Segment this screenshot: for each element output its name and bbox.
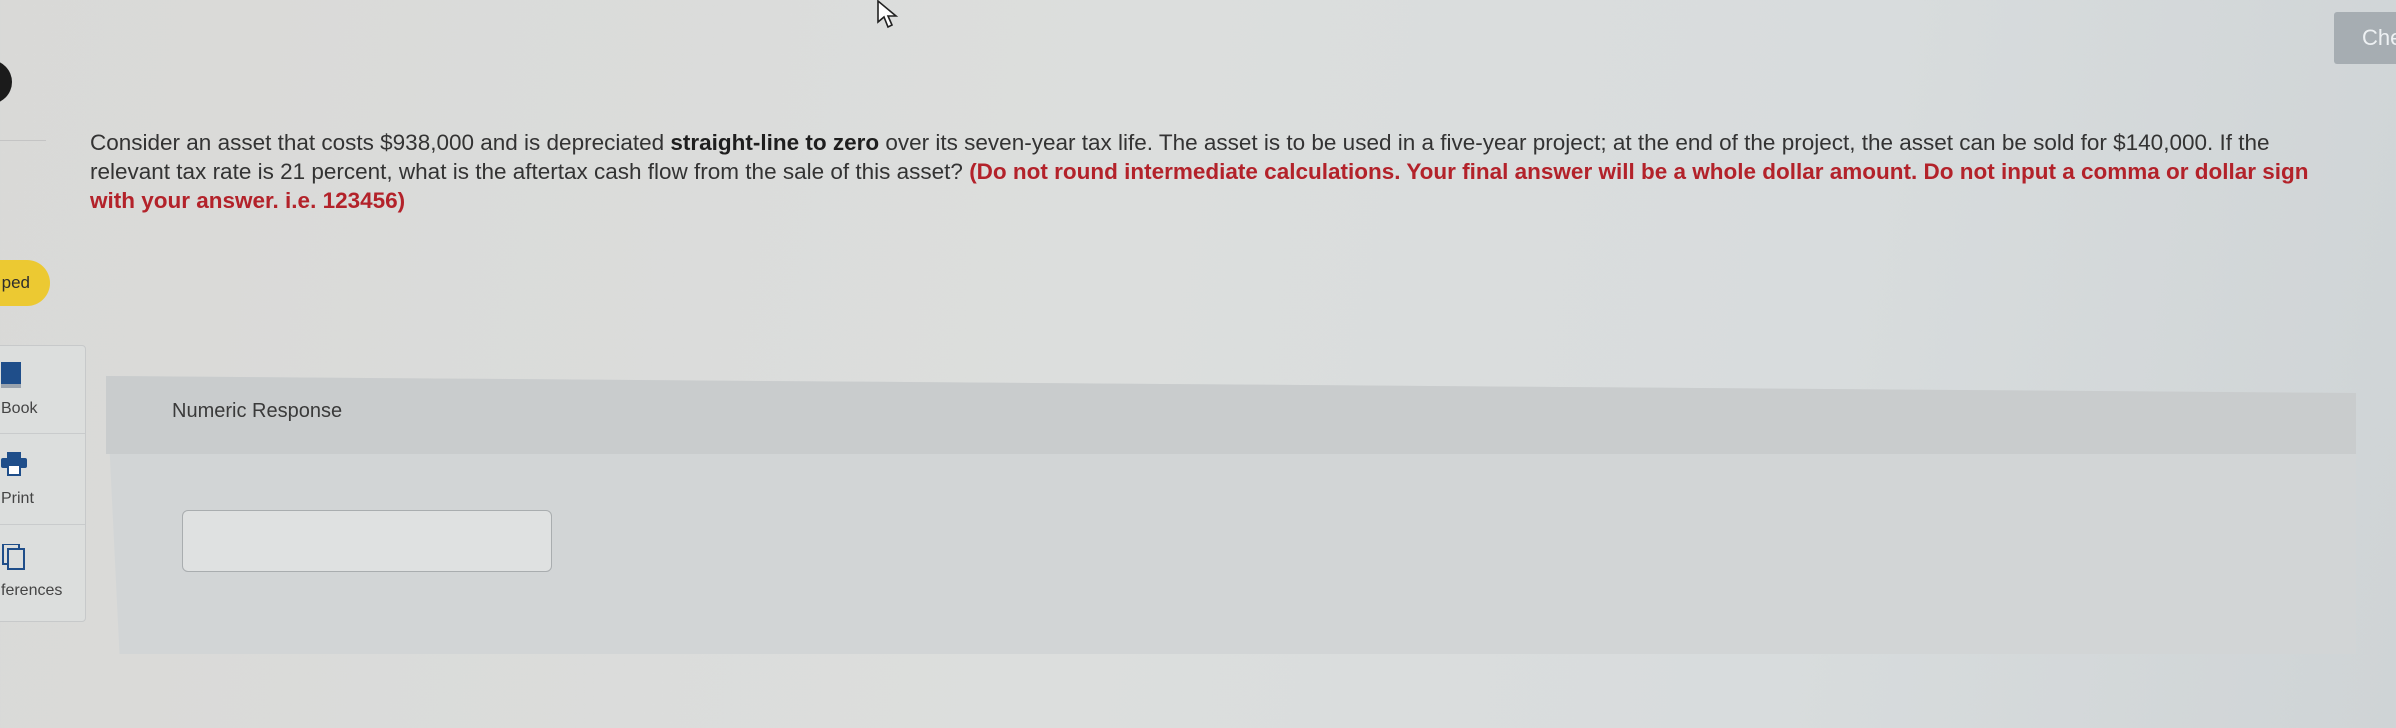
tools-panel: Book Print ferences <box>0 345 86 622</box>
status-badge: ped <box>0 260 50 306</box>
question-text-segment: over its seven-year tax life. The asset … <box>879 130 2270 155</box>
tool-references-label: ferences <box>1 582 63 599</box>
numeric-response-input[interactable] <box>182 510 552 572</box>
status-badge-label: ped <box>1 273 30 292</box>
question-text-segment: Consider an asset that costs $938,000 an… <box>90 130 671 155</box>
tool-print-label: Print <box>1 490 34 507</box>
tool-book-label: Book <box>1 400 38 417</box>
tool-divider <box>0 433 85 434</box>
question-instruction: with your answer. i.e. 123456) <box>90 188 406 213</box>
question-line-1: Consider an asset that costs $938,000 an… <box>90 128 2396 157</box>
response-label: Numeric Response <box>172 400 343 422</box>
question-instruction: (Do not round intermediate calculations.… <box>969 159 2309 184</box>
check-button[interactable]: Che <box>2334 12 2396 64</box>
check-button-label: Che <box>2362 25 2396 50</box>
references-icon <box>2 544 25 570</box>
print-icon <box>1 452 27 476</box>
question-text-segment: relevant tax rate is 21 percent, what is… <box>90 159 970 184</box>
tool-references[interactable]: ferences <box>0 528 85 610</box>
mouse-cursor-icon <box>877 0 899 29</box>
question-bold-term: straight-line to zero <box>670 130 880 155</box>
tool-book[interactable]: Book <box>0 346 85 428</box>
progress-indicator <box>0 60 12 104</box>
response-panel-header <box>106 376 2356 454</box>
tool-print[interactable]: Print <box>0 436 85 518</box>
sidebar-divider <box>0 140 46 141</box>
question-text: Consider an asset that costs $938,000 an… <box>90 128 2396 215</box>
question-line-3: with your answer. i.e. 123456) <box>90 186 2396 215</box>
tool-divider <box>0 524 85 525</box>
question-line-2: relevant tax rate is 21 percent, what is… <box>90 157 2396 186</box>
book-icon <box>1 362 21 388</box>
